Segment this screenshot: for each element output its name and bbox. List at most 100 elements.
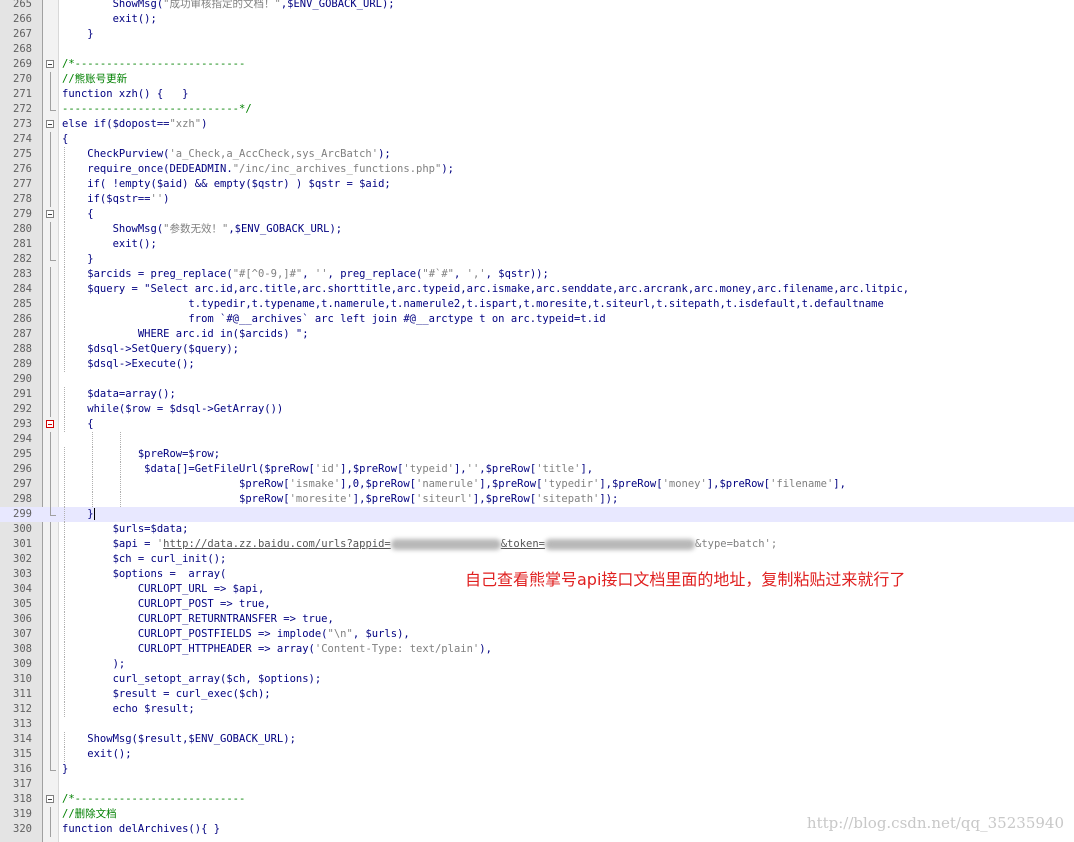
- code-line[interactable]: 316}: [0, 762, 1074, 777]
- code-line[interactable]: 317: [0, 777, 1074, 792]
- line-number: 290: [13, 373, 32, 385]
- code-line[interactable]: 273 else if($dopost=="xzh"): [0, 117, 1074, 132]
- code-line[interactable]: 280 ShowMsg("参数无效！",$ENV_GOBACK_URL);: [0, 222, 1074, 237]
- code-line[interactable]: 312 echo $result;: [0, 702, 1074, 717]
- code-line[interactable]: 268: [0, 42, 1074, 57]
- code-line[interactable]: 275 CheckPurview('a_Check,a_AccCheck,sys…: [0, 147, 1074, 162]
- code-line[interactable]: 301 $api = 'http://data.zz.baidu.com/url…: [0, 537, 1074, 552]
- code-line[interactable]: 287 WHERE arc.id in($arcids) ";: [0, 327, 1074, 342]
- code-line[interactable]: 282 }: [0, 252, 1074, 267]
- code-text: $preRow['moresite'],$preRow['siteurl'],$…: [62, 493, 619, 505]
- code-line[interactable]: 290: [0, 372, 1074, 387]
- code-line[interactable]: 292 while($row = $dsql->GetArray()): [0, 402, 1074, 417]
- code-line[interactable]: 314 ShowMsg($result,$ENV_GOBACK_URL);: [0, 732, 1074, 747]
- code-line[interactable]: 313: [0, 717, 1074, 732]
- line-number: 312: [13, 703, 32, 715]
- code-text: ShowMsg("成功审核指定的文档！",$ENV_GOBACK_URL);: [62, 0, 395, 10]
- code-text: t.typedir,t.typename,t.namerule,t.nameru…: [62, 298, 884, 310]
- code-line[interactable]: 306 CURLOPT_RETURNTRANSFER => true,: [0, 612, 1074, 627]
- code-line[interactable]: 266 exit();: [0, 12, 1074, 27]
- code-line[interactable]: 270 //熊账号更新: [0, 72, 1074, 87]
- code-line[interactable]: 297 $preRow['ismake'],0,$preRow['namerul…: [0, 477, 1074, 492]
- code-text: //熊账号更新: [62, 73, 128, 85]
- fold-end-marker: [50, 507, 56, 516]
- code-line[interactable]: 307 CURLOPT_POSTFIELDS => implode("\n", …: [0, 627, 1074, 642]
- fold-line-marker: [50, 612, 51, 627]
- code-line[interactable]: 305 CURLOPT_POST => true,: [0, 597, 1074, 612]
- line-number: 309: [13, 658, 32, 670]
- code-line[interactable]: 294: [0, 432, 1074, 447]
- fold-toggle-icon[interactable]: [46, 795, 54, 803]
- code-text: require_once(DEDEADMIN."/inc/inc_archive…: [62, 163, 454, 175]
- line-number: 278: [13, 193, 32, 205]
- code-line[interactable]: 281 exit();: [0, 237, 1074, 252]
- code-line[interactable]: 300 $urls=$data;: [0, 522, 1074, 537]
- code-line[interactable]: 265 ShowMsg("成功审核指定的文档！",$ENV_GOBACK_URL…: [0, 0, 1074, 12]
- line-number: 298: [13, 493, 32, 505]
- line-number: 277: [13, 178, 32, 190]
- code-line[interactable]: 279 {: [0, 207, 1074, 222]
- code-line[interactable]: 298 $preRow['moresite'],$preRow['siteurl…: [0, 492, 1074, 507]
- line-number: 283: [13, 268, 32, 280]
- code-line[interactable]: 295 $preRow=$row;: [0, 447, 1074, 462]
- fold-line-marker: [50, 672, 51, 687]
- fold-toggle-icon[interactable]: [46, 420, 54, 428]
- line-number: 286: [13, 313, 32, 325]
- code-line[interactable]: 310 curl_setopt_array($ch, $options);: [0, 672, 1074, 687]
- fold-line-marker: [50, 732, 51, 747]
- fold-toggle-icon[interactable]: [46, 120, 54, 128]
- code-line[interactable]: 267 }: [0, 27, 1074, 42]
- code-line[interactable]: 283 $arcids = preg_replace("#[^0-9,]#", …: [0, 267, 1074, 282]
- code-editor[interactable]: 265 ShowMsg("成功审核指定的文档！",$ENV_GOBACK_URL…: [0, 0, 1074, 842]
- code-text: {: [62, 418, 94, 430]
- redacted-appid: [390, 538, 501, 550]
- fold-line-marker: [50, 717, 51, 732]
- line-number: 266: [13, 13, 32, 25]
- line-number: 271: [13, 88, 32, 100]
- code-text: {: [62, 208, 94, 220]
- code-line[interactable]: 286 from `#@__archives` arc left join #@…: [0, 312, 1074, 327]
- code-line[interactable]: 276 require_once(DEDEADMIN."/inc/inc_arc…: [0, 162, 1074, 177]
- code-line[interactable]: 274 {: [0, 132, 1074, 147]
- fold-line-marker: [50, 177, 51, 192]
- fold-line-marker: [50, 702, 51, 717]
- line-number: 318: [13, 793, 32, 805]
- code-line[interactable]: 288 $dsql->SetQuery($query);: [0, 342, 1074, 357]
- indent-guide: [92, 432, 93, 447]
- code-line[interactable]: 309 );: [0, 657, 1074, 672]
- code-line[interactable]: 278 if($qstr==''): [0, 192, 1074, 207]
- code-text: /*---------------------------: [62, 793, 246, 805]
- fold-line-marker: [50, 627, 51, 642]
- code-text: ShowMsg($result,$ENV_GOBACK_URL);: [62, 733, 296, 745]
- code-line[interactable]: 315 exit();: [0, 747, 1074, 762]
- code-line[interactable]: 277 if( !empty($aid) && empty($qstr) ) $…: [0, 177, 1074, 192]
- code-line[interactable]: 285 t.typedir,t.typename,t.namerule,t.na…: [0, 297, 1074, 312]
- fold-line-marker: [50, 552, 51, 567]
- code-line[interactable]: 302 $ch = curl_init();: [0, 552, 1074, 567]
- code-text: exit();: [62, 238, 157, 250]
- fold-line-marker: [50, 147, 51, 162]
- code-text: CURLOPT_HTTPHEADER => array('Content-Typ…: [62, 643, 492, 655]
- code-text: $urls=$data;: [62, 523, 189, 535]
- code-line[interactable]: 318 /*---------------------------: [0, 792, 1074, 807]
- code-line[interactable]: 291 $data=array();: [0, 387, 1074, 402]
- fold-toggle-icon[interactable]: [46, 60, 54, 68]
- fold-end-marker: [50, 102, 56, 111]
- code-line[interactable]: 269 /*---------------------------: [0, 57, 1074, 72]
- code-line[interactable]: 284 $query = "Select arc.id,arc.title,ar…: [0, 282, 1074, 297]
- code-line[interactable]: 299 }: [0, 507, 1074, 522]
- code-line[interactable]: 271 function xzh() { }: [0, 87, 1074, 102]
- code-text: $data[]=GetFileUrl($preRow['id'],$preRow…: [62, 463, 594, 475]
- line-number: 272: [13, 103, 32, 115]
- code-line[interactable]: 272 ----------------------------*/: [0, 102, 1074, 117]
- code-line[interactable]: 311 $result = curl_exec($ch);: [0, 687, 1074, 702]
- fold-toggle-icon[interactable]: [46, 210, 54, 218]
- code-line[interactable]: 289 $dsql->Execute();: [0, 357, 1074, 372]
- code-text: if($qstr==''): [62, 193, 170, 205]
- line-number: 275: [13, 148, 32, 160]
- code-line[interactable]: 296 $data[]=GetFileUrl($preRow['id'],$pr…: [0, 462, 1074, 477]
- code-line[interactable]: 308 CURLOPT_HTTPHEADER => array('Content…: [0, 642, 1074, 657]
- code-line[interactable]: 293 {: [0, 417, 1074, 432]
- line-number: 314: [13, 733, 32, 745]
- fold-line-marker: [50, 342, 51, 357]
